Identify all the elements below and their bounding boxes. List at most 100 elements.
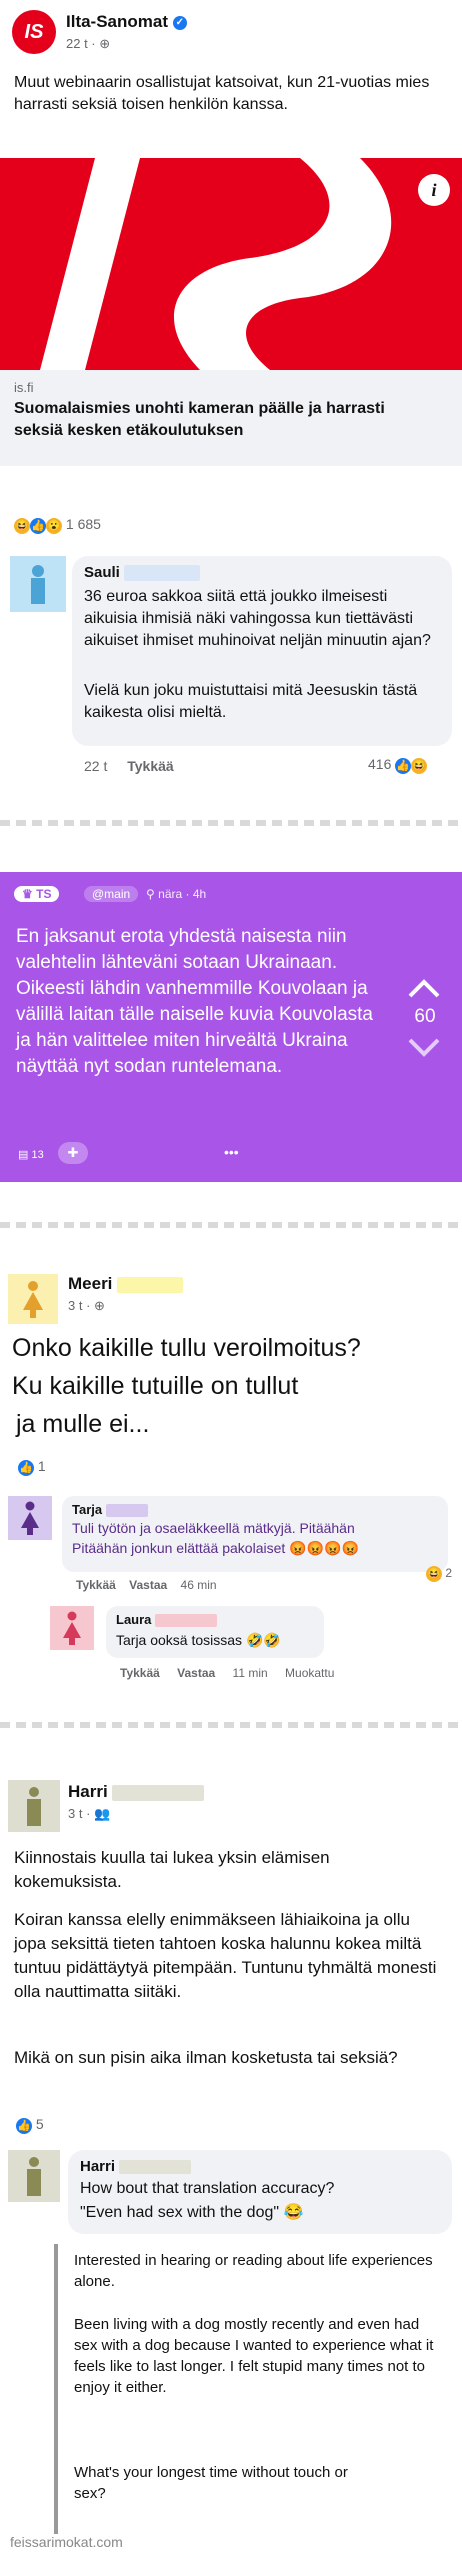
comment-bubble: Harri How bout that translation accuracy… — [68, 2150, 452, 2234]
globe-icon: ⊕ — [99, 36, 111, 51]
comment-text: "Even had sex with the dog" — [80, 2204, 280, 2221]
divider — [0, 1222, 462, 1228]
post-text: En jaksanut erota yhdestä naisesta niin … — [16, 926, 373, 1077]
reaction-count: 1 685 — [65, 516, 101, 532]
angry-emojis: 😡😡😡😡 — [289, 1540, 359, 1556]
person-icon — [27, 1787, 41, 1826]
like-reaction-icon: 👍 — [395, 758, 412, 774]
like-reaction-icon: 👍 — [16, 2118, 32, 2134]
divider — [0, 1722, 462, 1728]
post-text: Kiinnostais kuulla tai lukea yksin elämi… — [14, 1848, 330, 1891]
crown-icon: ♛ — [22, 887, 33, 901]
divider — [0, 820, 462, 826]
haha-reaction-icon: 😆 — [426, 1566, 442, 1582]
post-time[interactable]: 3 t · — [68, 1806, 90, 1821]
like-reaction-icon: 👍 — [30, 518, 46, 534]
wow-reaction-icon: 😮 — [46, 518, 62, 534]
person-icon — [63, 1611, 81, 1645]
person-icon — [21, 1501, 39, 1535]
comment-author[interactable]: Harri — [80, 2158, 115, 2175]
like-count: 5 — [35, 2116, 44, 2132]
downvote-icon[interactable] — [408, 1038, 440, 1058]
avatar[interactable] — [8, 1274, 58, 1324]
author-name[interactable]: Harri — [68, 1782, 108, 1801]
avatar[interactable] — [8, 2150, 60, 2202]
post-text: ja mulle ei... — [16, 1410, 150, 1438]
comment-time[interactable]: 46 min — [181, 1578, 217, 1592]
link-preview-caption[interactable]: is.fi Suomalaismies unohti kameran pääll… — [0, 370, 462, 466]
person-icon — [23, 1281, 43, 1318]
avatar[interactable] — [10, 556, 66, 612]
upvote-icon[interactable] — [408, 978, 440, 998]
comment-text: 36 euroa sakkoa siitä että joukko ilmeis… — [84, 588, 431, 649]
translation-block: Interested in hearing or reading about l… — [54, 2244, 458, 2534]
post-text: Ku kaikille tutuille on tullut — [12, 1372, 299, 1400]
author-name[interactable]: Meeri — [68, 1274, 112, 1293]
link-domain: is.fi — [14, 380, 34, 395]
like-button[interactable]: Tykkää — [76, 1578, 116, 1592]
comment-text: Vielä kun joku muistuttaisi mitä Jeesusk… — [84, 682, 418, 721]
translation-text: Been living with a dog mostly recently a… — [74, 2316, 434, 2396]
comment-text: Pitäähän jonkun elättää pakolaiset — [72, 1540, 286, 1556]
avatar[interactable] — [8, 1496, 52, 1540]
post-location-time: nära · 4h — [158, 887, 207, 901]
link-title: Suomalaismies unohti kameran päälle ja h… — [14, 400, 385, 439]
post-jodel: ♛ TS @main ⚲ nära · 4h En jaksanut erota… — [0, 872, 462, 1182]
post-text: Muut webinaarin osallistujat katsoivat, … — [14, 74, 430, 113]
info-icon[interactable]: i — [418, 174, 450, 206]
comment-author[interactable]: Laura — [116, 1612, 151, 1627]
verified-icon: ✓ — [172, 15, 187, 30]
haha-reaction-icon: 😆 — [14, 518, 30, 534]
is-logo-text: IS — [24, 20, 44, 43]
reactions-bar[interactable]: 😆 👍 😮 1 685 — [14, 516, 101, 534]
post-meeri: Meeri 3 t · ⊕ Onko kaikille tullu veroil… — [0, 1260, 462, 1720]
comment-author[interactable]: Tarja — [72, 1502, 102, 1517]
globe-icon: ⊕ — [94, 1298, 105, 1313]
avatar[interactable] — [50, 1606, 94, 1650]
channel-badge[interactable]: ♛ TS — [14, 886, 60, 902]
post-harri: Harri 3 t · 👥 Kiinnostais kuulla tai luk… — [0, 1770, 462, 2534]
post-time[interactable]: 3 t · — [68, 1298, 90, 1313]
like-reaction-icon: 👍 — [18, 1460, 34, 1476]
comment-reaction-count: 2 — [445, 1566, 453, 1580]
comment-count[interactable]: 13 — [31, 1149, 43, 1161]
haha-reaction-icon: 😆 — [411, 758, 428, 774]
post-text: Koiran kanssa elelly enimmäkseen lähiaik… — [14, 1910, 437, 2001]
comment-time[interactable]: 11 min — [233, 1666, 268, 1680]
reply-button[interactable]: Vastaa — [177, 1666, 215, 1680]
reply-button[interactable]: Vastaa — [129, 1578, 167, 1592]
person-icon — [27, 2157, 41, 2196]
edited-label: Muokattu — [285, 1666, 335, 1680]
comment-author[interactable]: Sauli — [84, 564, 120, 581]
laughing-emoji: 😂 — [283, 2204, 304, 2221]
name-redaction — [119, 2160, 192, 2175]
comment-text: How bout that translation accuracy? — [80, 2180, 335, 2197]
channel-name[interactable]: @main — [84, 886, 139, 902]
post-time[interactable]: 22 t · — [66, 36, 96, 51]
post-ilta-sanomat: IS Ilta-Sanomat ✓ 22 t · ⊕ Muut webinaar… — [0, 0, 462, 820]
avatar[interactable] — [8, 1780, 60, 1832]
comment-icon: ▤ — [18, 1149, 29, 1161]
watermark: feissarimokat.com — [10, 2534, 123, 2550]
comment-reaction-count: 416 — [368, 756, 392, 772]
translation-text: Interested in hearing or reading about l… — [74, 2252, 433, 2290]
name-redaction — [124, 565, 201, 582]
more-options[interactable]: ••• — [224, 1144, 239, 1160]
laughing-emojis: 🤣🤣 — [245, 1632, 281, 1648]
name-redaction — [155, 1614, 218, 1628]
comment-text: Tuli työtön ja osaeläkkeellä mätkyjä. Pi… — [72, 1520, 355, 1536]
location-icon: ⚲ — [146, 887, 155, 901]
friends-icon: 👥 — [94, 1806, 111, 1821]
like-button[interactable]: Tykkää — [127, 758, 173, 774]
comment-bubble: Tarja Tuli työtön ja osaeläkkeellä mätky… — [62, 1496, 448, 1572]
comment-time[interactable]: 22 t — [84, 758, 107, 774]
post-text: Mikä on sun pisin aika ilman kosketusta … — [14, 2048, 398, 2067]
page-name[interactable]: Ilta-Sanomat — [66, 12, 168, 31]
like-button[interactable]: Tykkää — [120, 1666, 160, 1680]
is-logo-avatar[interactable]: IS — [12, 10, 56, 54]
comment-bubble: Laura Tarja ooksä tosissas 🤣🤣 — [106, 1606, 324, 1658]
reply-icon[interactable]: ✚ — [58, 1142, 88, 1164]
is-brand-graphic — [40, 158, 392, 370]
link-preview-image[interactable]: i — [0, 158, 462, 370]
post-text: Onko kaikille tullu veroilmoitus? — [12, 1334, 361, 1362]
